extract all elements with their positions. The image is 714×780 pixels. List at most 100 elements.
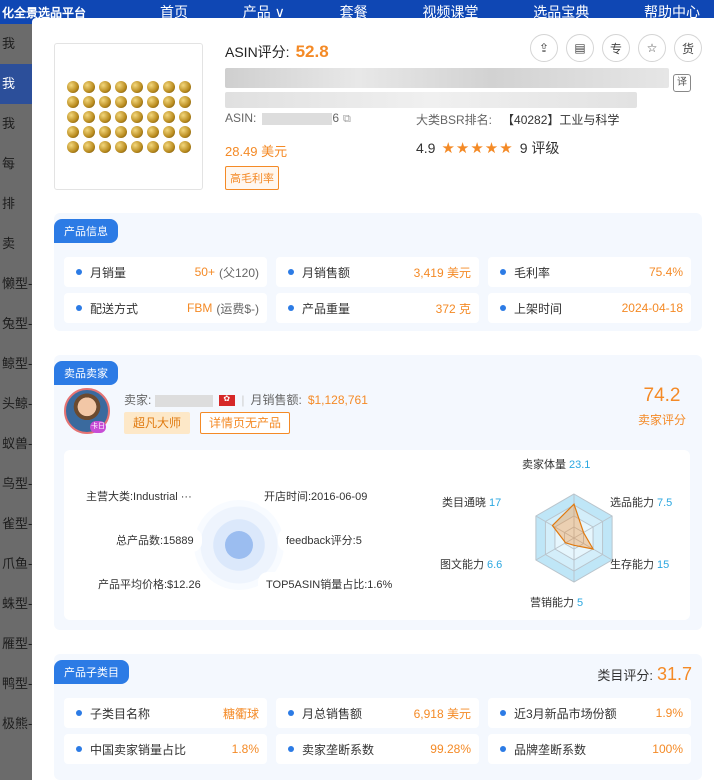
bullet-icon	[76, 269, 82, 275]
seller-name-blurred[interactable]	[155, 394, 214, 407]
asin-score-value: 52.8	[295, 42, 329, 61]
product-image[interactable]	[54, 43, 203, 190]
flag-icon	[219, 394, 236, 407]
sidebar-item[interactable]: 蚁兽-	[0, 424, 32, 464]
bullet-icon	[288, 305, 294, 311]
radar-label-selection: 选品能力 7.5	[610, 494, 672, 510]
product-ball	[130, 110, 143, 123]
product-ball	[66, 125, 79, 138]
info-extra: (父120)	[218, 265, 259, 280]
sidebar-item[interactable]: 我	[0, 104, 32, 144]
info-value: FBM	[186, 301, 213, 315]
product-ball	[130, 95, 143, 108]
seller-label: 卖家:	[124, 393, 152, 407]
category-score-value: 31.7	[656, 664, 692, 684]
sidebar-item[interactable]: 每	[0, 144, 32, 184]
radar-label-category: 类目通晓 17	[442, 494, 501, 510]
radar-label-text: 图文能力	[440, 559, 484, 571]
subcategory-label: 子类目名称	[90, 706, 151, 721]
product-ball	[66, 140, 79, 153]
info-cell: 上架时间 2024-04-18	[488, 293, 691, 323]
product-ball	[146, 125, 159, 138]
product-ball	[130, 125, 143, 138]
sidebar-item[interactable]: 鸟型-	[0, 464, 32, 504]
favorite-icon[interactable]: ☆	[638, 34, 666, 62]
sidebar-item[interactable]: 卖	[0, 224, 32, 264]
product-ball	[146, 95, 159, 108]
copy-icon[interactable]: ⧉	[343, 113, 351, 125]
subcategory-value[interactable]: 糖衢球	[223, 705, 259, 722]
product-ball	[114, 110, 127, 123]
product-ball	[162, 125, 175, 138]
bsr-line: 大类BSR排名: 【40282】工业与科学	[416, 111, 619, 128]
sidebar-item[interactable]: 雀型-	[0, 504, 32, 544]
subcategory-value: 1.9%	[655, 706, 683, 720]
share-icon[interactable]: ⇪	[530, 34, 558, 62]
bullet-icon	[76, 710, 82, 716]
product-ball	[114, 125, 127, 138]
sidebar-item[interactable]: 我	[0, 64, 32, 104]
info-value: 75.4%	[648, 265, 683, 279]
product-ball	[66, 95, 79, 108]
category-score-label: 类目评分:	[597, 668, 653, 683]
sidebar-item[interactable]: 懒型-	[0, 264, 32, 304]
product-ball	[162, 80, 175, 93]
info-value: 2024-04-18	[621, 301, 683, 315]
product-ball	[114, 95, 127, 108]
radar-label-text: 卖家体量	[522, 459, 566, 471]
category-score: 类目评分: 31.7	[597, 664, 692, 685]
radar-value: 6.6	[487, 559, 503, 571]
subcategory-label: 近3月新品市场份额	[514, 706, 617, 721]
sidebar-item[interactable]: 排	[0, 184, 32, 224]
sidebar-item[interactable]: 雁型-	[0, 624, 32, 664]
bullet-icon	[500, 269, 506, 275]
info-cell: 产品重量 372 克	[276, 293, 479, 323]
rating-value: 4.9	[416, 140, 436, 156]
radar-label-marketing: 营销能力 5	[530, 594, 583, 610]
product-ball	[66, 80, 79, 93]
bsr-value: 【40282】工业与科学	[502, 113, 620, 127]
sidebar-item[interactable]: 鲸型-	[0, 344, 32, 384]
info-label: 上架时间	[514, 301, 563, 316]
document-icon[interactable]: ▤	[566, 34, 594, 62]
subcategory-cell: 月总销售额 6,918 美元	[276, 698, 479, 728]
seller-score-label: 卖家评分	[637, 413, 686, 427]
radar-value: 17	[489, 497, 502, 509]
radar-label-text: 营销能力	[530, 597, 574, 609]
special-icon[interactable]: 专	[602, 34, 630, 62]
supply-icon[interactable]: 货	[674, 34, 702, 62]
product-ball	[178, 95, 191, 108]
radar-value: 7.5	[657, 497, 673, 509]
bullet-icon	[288, 710, 294, 716]
product-ball	[114, 80, 127, 93]
sidebar-item[interactable]: 蛛型-	[0, 584, 32, 624]
radar-label-text: 选品能力	[610, 497, 654, 509]
info-label: 产品重量	[302, 301, 351, 316]
sidebar-item[interactable]: 极熊-	[0, 704, 32, 744]
seller-level-badge: 超凡大师	[124, 412, 191, 434]
product-ball	[82, 125, 95, 138]
radar-label-text: 类目通晓	[442, 497, 486, 509]
product-title-blurred	[225, 68, 669, 88]
sidebar-item[interactable]: 兔型-	[0, 304, 32, 344]
product-ball	[98, 80, 111, 93]
sidebar-item[interactable]: 爪鱼-	[0, 544, 32, 584]
bullet-icon	[288, 269, 294, 275]
bullet-icon	[76, 305, 82, 311]
info-label: 月销量	[90, 265, 127, 280]
radar-value: 23.1	[569, 459, 591, 471]
asin-score: ASIN评分: 52.8	[225, 42, 329, 62]
product-ball	[114, 140, 127, 153]
subcategory-value: 1.8%	[231, 742, 259, 756]
sidebar-item[interactable]: 头鲸-	[0, 384, 32, 424]
info-cell: 配送方式 FBM (运费$-)	[64, 293, 267, 323]
translate-icon[interactable]: 译	[673, 74, 691, 92]
product-ball	[82, 110, 95, 123]
no-product-badge[interactable]: 详情页无产品	[200, 412, 291, 434]
product-ball	[162, 140, 175, 153]
sidebar-item[interactable]: 我	[0, 24, 32, 64]
background-sidebar: 我 我 我 每 排 卖 懒型- 兔型- 鲸型- 头鲸- 蚁兽- 鸟型- 雀型- …	[0, 24, 32, 780]
seller-radar-chart	[535, 493, 613, 583]
product-ball	[146, 110, 159, 123]
sidebar-item[interactable]: 鸭型-	[0, 664, 32, 704]
